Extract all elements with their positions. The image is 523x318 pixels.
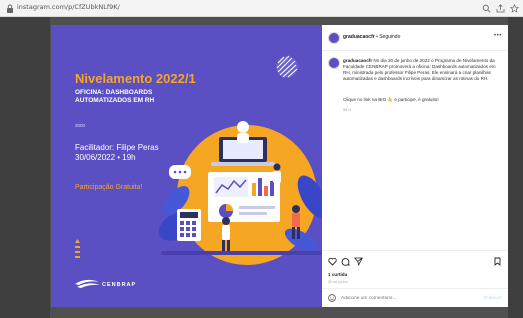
background-page-right — [508, 17, 523, 318]
star-icon[interactable] — [510, 4, 519, 13]
poster-title: Nivelamento 2022/1 — [75, 71, 196, 86]
share-icon[interactable] — [496, 4, 505, 13]
facilitator-name: Facilitador: Filipe Peras — [75, 143, 159, 152]
post-caption: graduacaocfr No dia 30 de junho de 2022 … — [343, 58, 501, 82]
username[interactable]: graduacaocfr — [343, 34, 375, 40]
avatar[interactable] — [329, 33, 339, 43]
bookmark-icon[interactable] — [493, 257, 502, 266]
poster-small-text: 3000 — [75, 123, 86, 128]
comment-icon[interactable] — [341, 257, 350, 266]
event-datetime: 30/06/2022 • 19h — [75, 153, 136, 162]
url-text[interactable]: instagram.com/p/CfZUbkNLf9K/ — [17, 3, 120, 11]
background-page-left — [0, 17, 50, 318]
post-actions — [322, 250, 508, 266]
post-date: 30 de junho — [328, 280, 348, 284]
likes-count[interactable]: 1 curtida — [328, 272, 347, 277]
post-header-user[interactable]: graduacaocfr • Seguindo — [343, 34, 400, 40]
poster-facilitator: Facilitador: Filipe Peras 30/06/2022 • 1… — [75, 143, 195, 163]
poster-free-label: Participação Gratuita! — [75, 184, 143, 191]
poster-logo-text: CENBRAP — [102, 282, 137, 288]
caption-avatar[interactable] — [329, 58, 339, 68]
heart-icon[interactable] — [328, 257, 337, 266]
comment-bar: Publicar — [322, 288, 508, 307]
emoji-icon[interactable] — [328, 294, 336, 302]
lock-icon[interactable] — [6, 4, 14, 13]
publish-button[interactable]: Publicar — [484, 296, 501, 301]
follow-state[interactable]: Seguindo — [379, 34, 400, 40]
zoom-icon[interactable] — [482, 4, 491, 13]
comment-input[interactable] — [341, 293, 471, 303]
caption-cta: Clique no link na BIO 👆 e participe, é g… — [343, 97, 439, 102]
caption-time: 54 d — [343, 107, 351, 112]
caption-username[interactable]: graduacaocfr — [343, 58, 372, 63]
poster-illustration — [75, 55, 322, 265]
browser-address-bar: instagram.com/p/CfZUbkNLf9K/ — [0, 0, 523, 17]
post-image[interactable]: Nivelamento 2022/1 OFICINA: DASHBOARDS A… — [51, 25, 322, 307]
post-header: graduacaocfr • Seguindo ••• — [322, 25, 508, 51]
more-options-icon[interactable]: ••• — [494, 33, 502, 39]
poster-subtitle: OFICINA: DASHBOARDS AUTOMATIZADOS EM RH — [75, 89, 155, 104]
post-side-panel: graduacaocfr • Seguindo ••• graduacaocfr… — [322, 25, 508, 307]
share-post-icon[interactable] — [354, 257, 363, 266]
